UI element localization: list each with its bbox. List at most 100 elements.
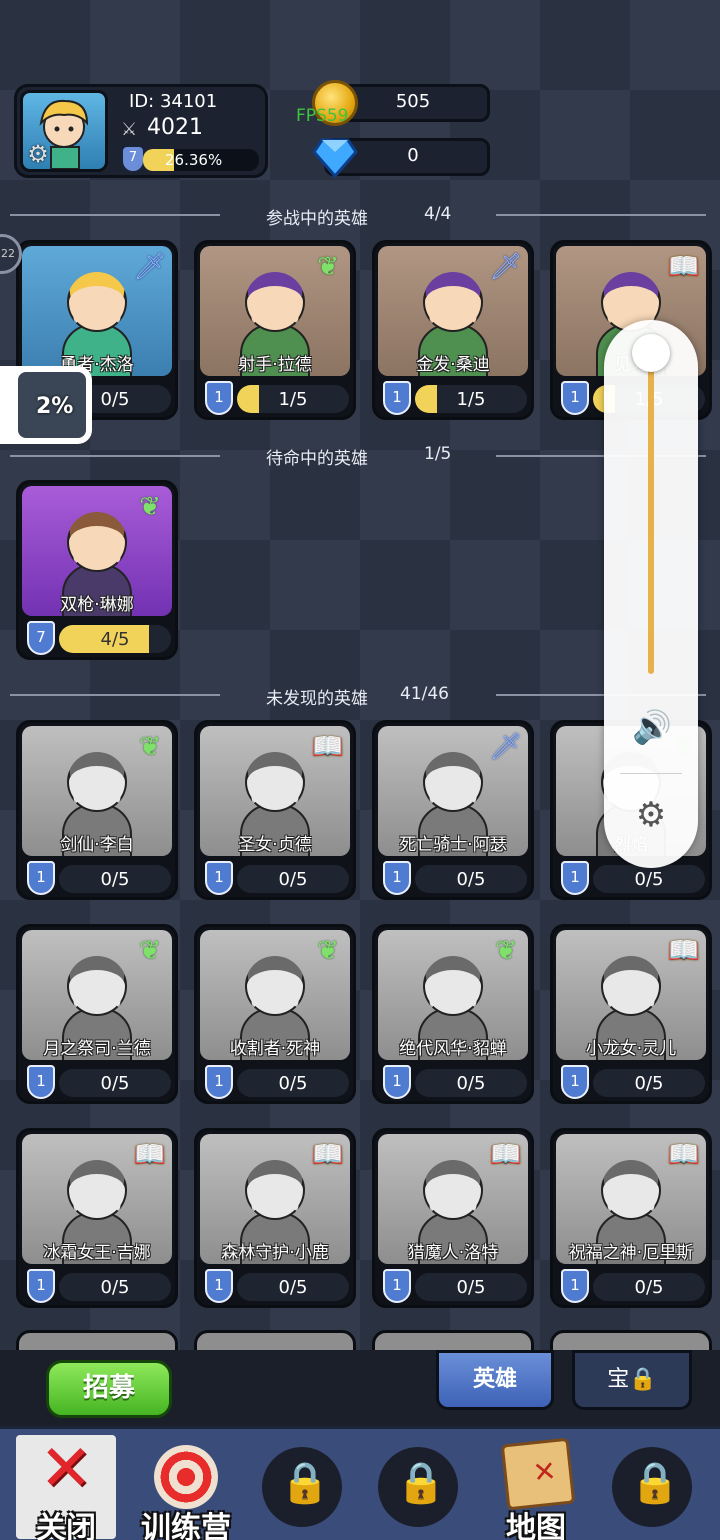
player-avatar[interactable]: ⚙ (20, 90, 108, 172)
hero-level-badge: 1 (561, 381, 589, 415)
hero-portrait: 勇者·杰洛 🗡 (22, 246, 172, 376)
player-power: 4021 (147, 115, 203, 140)
hero-card[interactable]: 死亡骑士·阿瑟 🗡 1 0/5 (372, 720, 534, 900)
hero-shard-bar: 0/5 (237, 1069, 349, 1097)
hero-card[interactable]: 祝福之神·厄里斯 📖 1 0/5 (550, 1128, 712, 1308)
bottom-nav: ✕ 关闭 训练营 🔒 🔒 ✕ 地图 🔒 (0, 1426, 720, 1540)
xp-percent: 26.36% (165, 151, 223, 169)
nav-locked-1[interactable]: 🔒 (246, 1435, 358, 1539)
player-xp-bar: 26.36% (143, 149, 259, 171)
recruit-button[interactable]: 招募 (46, 1360, 172, 1418)
hero-shard-bar: 1/5 (415, 385, 527, 413)
speaker-icon[interactable]: 🔊 (628, 708, 676, 746)
tab-hero[interactable]: 英雄 (436, 1350, 554, 1410)
hero-name: 森林守护·小鹿 (221, 1243, 329, 1263)
hero-figure-head (245, 272, 305, 332)
hero-portrait: 收割者·死神 ❦ (200, 930, 350, 1060)
nav-close[interactable]: ✕ 关闭 (16, 1435, 116, 1540)
hero-card[interactable]: 剑仙·李白 ❦ 1 0/5 (16, 720, 178, 900)
hero-card[interactable]: 月之祭司·兰德 ❦ 1 0/5 (16, 924, 178, 1104)
hero-level-badge: 1 (205, 381, 233, 415)
target-icon (154, 1445, 218, 1509)
map-icon: ✕ (500, 1437, 576, 1511)
hero-portrait: 金发·桑迪 🗡 (378, 246, 528, 376)
hero-card[interactable]: 双枪·琳娜 ❦ 7 4/5 (16, 480, 178, 660)
hero-shard-bar: 0/5 (237, 1273, 349, 1301)
tab-treasure-locked[interactable]: 宝🔒 (572, 1350, 692, 1410)
hero-figure-head (423, 752, 483, 812)
hero-shard-count: 1/5 (278, 389, 308, 410)
hero-figure-head (601, 956, 661, 1016)
hero-shard-bar: 0/5 (59, 1273, 171, 1301)
hero-figure-head (245, 752, 305, 812)
settings-gear-icon[interactable]: ⚙ (630, 794, 672, 836)
hero-level-badge: 1 (561, 1269, 589, 1303)
player-level-badge: 7 (121, 145, 145, 173)
book-class-icon: 📖 (489, 1140, 523, 1170)
hero-level-badge: 1 (561, 861, 589, 895)
battle-section-title: 参战中的英雄 (266, 209, 368, 229)
hero-portrait: 森林守护·小鹿 📖 (200, 1134, 350, 1264)
wing-class-icon: ❦ (495, 936, 517, 966)
nav-training[interactable]: 训练营 (130, 1435, 242, 1540)
settings-gear-icon[interactable]: ⚙ (23, 139, 53, 169)
hero-figure-head (67, 956, 127, 1016)
hero-figure-head (423, 956, 483, 1016)
hero-figure-head (67, 272, 127, 332)
hero-level-badge: 1 (27, 1269, 55, 1303)
hero-figure-head (423, 272, 483, 332)
hero-portrait: 射手·拉德 ❦ (200, 246, 350, 376)
book-class-icon: 📖 (667, 1140, 701, 1170)
fps-counter: FPS59 (296, 106, 349, 126)
hero-portrait: 死亡骑士·阿瑟 🗡 (378, 726, 528, 856)
lock-icon: 🔒 (396, 1460, 446, 1506)
battle-section-count: 4/4 (424, 204, 452, 224)
hero-shard-bar: 0/5 (59, 865, 171, 893)
sword-class-icon: 🗡 (489, 252, 523, 282)
hero-level-badge: 1 (383, 1269, 411, 1303)
hero-shard-bar: 0/5 (415, 1273, 527, 1301)
nav-locked-3[interactable]: 🔒 (596, 1435, 708, 1539)
hero-shard-count: 0/5 (634, 869, 664, 890)
tab-treasure-label: 宝 (607, 1367, 630, 1392)
section-divider (10, 694, 220, 696)
hero-portrait: 圣女·贞德 📖 (200, 726, 350, 856)
hero-level-badge: 1 (205, 861, 233, 895)
lock-icon: 🔒 (630, 1460, 680, 1506)
nav-map-label: 地图 (506, 1511, 566, 1540)
hero-level-badge: 1 (383, 1065, 411, 1099)
nav-map[interactable]: ✕ 地图 (480, 1435, 592, 1540)
hero-card[interactable]: 猎魔人·洛特 📖 1 0/5 (372, 1128, 534, 1308)
hero-shard-count: 0/5 (456, 869, 486, 890)
hero-shard-bar: 0/5 (59, 1069, 171, 1097)
hero-portrait: 猎魔人·洛特 📖 (378, 1134, 528, 1264)
crossed-swords-icon: ⚔ (121, 119, 138, 140)
download-progress-widget[interactable]: 2% (0, 366, 92, 444)
hero-card[interactable]: 小龙女·灵儿 📖 1 0/5 (550, 924, 712, 1104)
hero-name: 冰霜女王·吉娜 (43, 1243, 151, 1263)
hero-card[interactable]: 冰霜女王·吉娜 📖 1 0/5 (16, 1128, 178, 1308)
hero-card[interactable]: 金发·桑迪 🗡 1 1/5 (372, 240, 534, 420)
volume-divider (620, 773, 682, 774)
volume-panel: 🔊 ⚙ (604, 320, 698, 868)
hero-card[interactable]: 绝代风华·貂蝉 ❦ 1 0/5 (372, 924, 534, 1104)
sword-class-icon: 🗡 (133, 252, 167, 282)
hero-card[interactable]: 森林守护·小鹿 📖 1 0/5 (194, 1128, 356, 1308)
hero-card[interactable]: 圣女·贞德 📖 1 0/5 (194, 720, 356, 900)
diamond-icon (312, 138, 358, 178)
hero-name: 绝代风华·貂蝉 (399, 1039, 507, 1059)
section-divider (10, 214, 220, 216)
hero-portrait: 剑仙·李白 ❦ (22, 726, 172, 856)
hero-name: 金发·桑迪 (416, 355, 490, 375)
player-id: ID: 34101 (129, 91, 218, 112)
hero-shard-count: 0/5 (278, 1277, 308, 1298)
hero-figure-head (67, 512, 127, 572)
map-x-mark: ✕ (531, 1454, 558, 1490)
hero-shard-count: 0/5 (634, 1073, 664, 1094)
nav-locked-2[interactable]: 🔒 (362, 1435, 474, 1539)
hero-card[interactable]: 射手·拉德 ❦ 1 1/5 (194, 240, 356, 420)
hero-card[interactable]: 收割者·死神 ❦ 1 0/5 (194, 924, 356, 1104)
book-class-icon: 📖 (311, 732, 345, 762)
volume-track[interactable] (648, 356, 654, 674)
volume-slider-knob[interactable] (632, 334, 670, 372)
